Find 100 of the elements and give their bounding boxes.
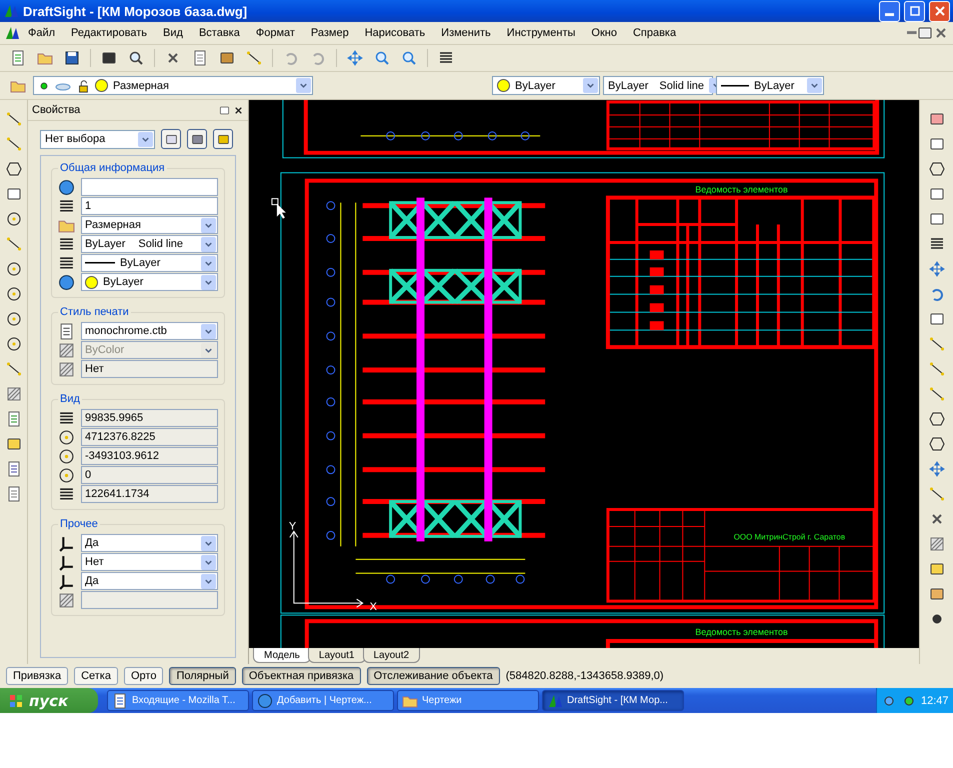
input-field[interactable]: Нет bbox=[81, 360, 218, 378]
menu-item[interactable]: Редактировать bbox=[63, 25, 156, 41]
windows-logo-icon bbox=[8, 692, 24, 708]
panel-title: Свойства bbox=[32, 104, 82, 116]
app-logo-icon bbox=[4, 25, 20, 41]
input-field[interactable]: 1 bbox=[81, 197, 218, 215]
layer-name: Размерная bbox=[113, 80, 170, 92]
drawing-heading: Ведомость элементов bbox=[695, 627, 788, 638]
menu-item[interactable]: Файл bbox=[20, 25, 64, 41]
axes-icon bbox=[58, 554, 75, 570]
field-value: ByLayer bbox=[120, 257, 160, 269]
globe-icon bbox=[58, 178, 75, 196]
clock: 12:47 bbox=[921, 694, 949, 706]
selection-value: Нет выбора bbox=[45, 133, 106, 145]
minimize-button[interactable] bbox=[879, 0, 900, 22]
save-icon bbox=[64, 50, 80, 66]
menu-item[interactable]: Изменить bbox=[433, 25, 499, 41]
close-button[interactable] bbox=[929, 0, 950, 22]
input-field[interactable]: 4712376.8225 bbox=[81, 428, 218, 446]
dropdown-field[interactable]: ByLayer bbox=[81, 254, 218, 272]
input-field[interactable] bbox=[81, 591, 218, 609]
select-button[interactable] bbox=[187, 129, 207, 149]
layout-tab[interactable]: Layout2 bbox=[362, 648, 420, 663]
menu-item[interactable]: Окно bbox=[583, 25, 625, 41]
taskbar-item[interactable]: DraftSight - [КМ Мор... bbox=[542, 690, 684, 711]
app-logo-icon bbox=[547, 692, 563, 708]
field-value: ByLayer bbox=[103, 276, 144, 288]
status-toggle[interactable]: Сетка bbox=[74, 667, 118, 685]
start-button[interactable]: пуск bbox=[0, 688, 98, 713]
restore-icon bbox=[917, 25, 933, 41]
field-value: Нет bbox=[85, 363, 104, 375]
text-icon bbox=[6, 486, 22, 502]
input-field[interactable]: 99835.9965 bbox=[81, 409, 218, 427]
dropdown-field[interactable]: Да bbox=[81, 534, 218, 552]
field-value: 99835.9965 bbox=[85, 412, 144, 424]
input-field[interactable]: -3493103.9612 bbox=[81, 447, 218, 465]
taskbar-item[interactable]: Чертежи bbox=[397, 690, 539, 711]
layer-dropdown[interactable]: Размерная bbox=[33, 76, 313, 95]
status-toggle[interactable]: Отслеживание объекта bbox=[366, 667, 500, 685]
field-value: Размерная bbox=[85, 219, 141, 231]
hatch-icon bbox=[6, 386, 22, 402]
status-toggle[interactable]: Полярный bbox=[169, 667, 236, 685]
input-field[interactable]: 122641.1734 bbox=[81, 485, 218, 503]
dropdown-field[interactable]: Нет bbox=[81, 553, 218, 571]
taskbar-item[interactable]: Входящие - Mozilla T... bbox=[107, 690, 249, 711]
group-title: Общая информация bbox=[59, 162, 166, 174]
color-dropdown[interactable]: ByLayer bbox=[492, 76, 600, 95]
menu-item[interactable]: Справка bbox=[624, 25, 684, 41]
field-value: 122641.1734 bbox=[85, 488, 150, 500]
field-value: Да bbox=[85, 537, 99, 549]
axes-icon bbox=[58, 534, 75, 552]
dropdown-field[interactable]: Размерная bbox=[81, 216, 218, 234]
field-value: ByLayer bbox=[85, 238, 126, 250]
field-value: -3493103.9612 bbox=[85, 450, 160, 462]
input-field[interactable]: 0 bbox=[81, 466, 218, 484]
layout-tab[interactable]: Layout1 bbox=[308, 648, 366, 663]
line-icon bbox=[6, 111, 22, 127]
group-title: Прочее bbox=[59, 518, 99, 530]
line-sample-icon bbox=[85, 261, 115, 265]
field-value: Нет bbox=[85, 556, 104, 568]
layer-on-icon bbox=[38, 80, 50, 92]
linetype-dropdown[interactable]: ByLayer Solid line bbox=[603, 76, 713, 95]
quick-select-button[interactable] bbox=[213, 129, 233, 149]
field-value: 0 bbox=[85, 469, 92, 481]
preview-icon bbox=[128, 50, 144, 66]
window-title: DraftSight - [КМ Морозов база.dwg] bbox=[23, 4, 248, 18]
menu-item[interactable]: Вставка bbox=[190, 25, 248, 41]
layout-tab[interactable]: Модель bbox=[253, 648, 311, 663]
lineweight-value: ByLayer bbox=[754, 80, 796, 92]
select-button[interactable] bbox=[161, 129, 181, 149]
menu-item[interactable]: Вид bbox=[155, 25, 191, 41]
restore-button[interactable] bbox=[904, 0, 925, 22]
app-logo-icon bbox=[3, 3, 19, 19]
linetype-style: Solid line bbox=[659, 80, 704, 92]
menu-item[interactable]: Размер bbox=[302, 25, 357, 41]
menu-item[interactable]: Инструменты bbox=[498, 25, 584, 41]
group-title: Стиль печати bbox=[59, 306, 130, 318]
input-field[interactable] bbox=[81, 178, 218, 196]
status-toggle[interactable]: Орто bbox=[124, 667, 164, 685]
move-icon bbox=[928, 261, 944, 277]
field-value: 1 bbox=[85, 200, 92, 212]
drawing-heading: Ведомость элементов bbox=[695, 184, 788, 195]
status-toggle[interactable]: Привязка bbox=[6, 667, 68, 685]
lineweight-icon bbox=[58, 254, 75, 272]
lock-icon bbox=[76, 78, 90, 92]
menu-item[interactable]: Формат bbox=[248, 25, 303, 41]
taskbar-item[interactable]: Добавить | Чертеж... bbox=[252, 690, 394, 711]
menu-item[interactable]: Нарисовать bbox=[356, 25, 434, 41]
group-title: Вид bbox=[59, 393, 81, 405]
dropdown-field[interactable]: ByLayer bbox=[81, 273, 218, 291]
dropdown-field[interactable]: Да bbox=[81, 572, 218, 590]
line-sample-icon bbox=[721, 84, 749, 88]
field-value: Solid line bbox=[138, 238, 183, 250]
new-icon bbox=[10, 50, 26, 66]
selection-dropdown[interactable]: Нет выбора bbox=[40, 130, 155, 148]
field-value: monochrome.ctb bbox=[85, 325, 167, 337]
dropdown-field[interactable]: monochrome.ctb bbox=[81, 322, 218, 340]
status-toggle[interactable]: Объектная привязка bbox=[242, 667, 361, 685]
lineweight-dropdown[interactable]: ByLayer bbox=[716, 76, 824, 95]
dropdown-field[interactable]: ByLayer Solid line bbox=[81, 235, 218, 253]
